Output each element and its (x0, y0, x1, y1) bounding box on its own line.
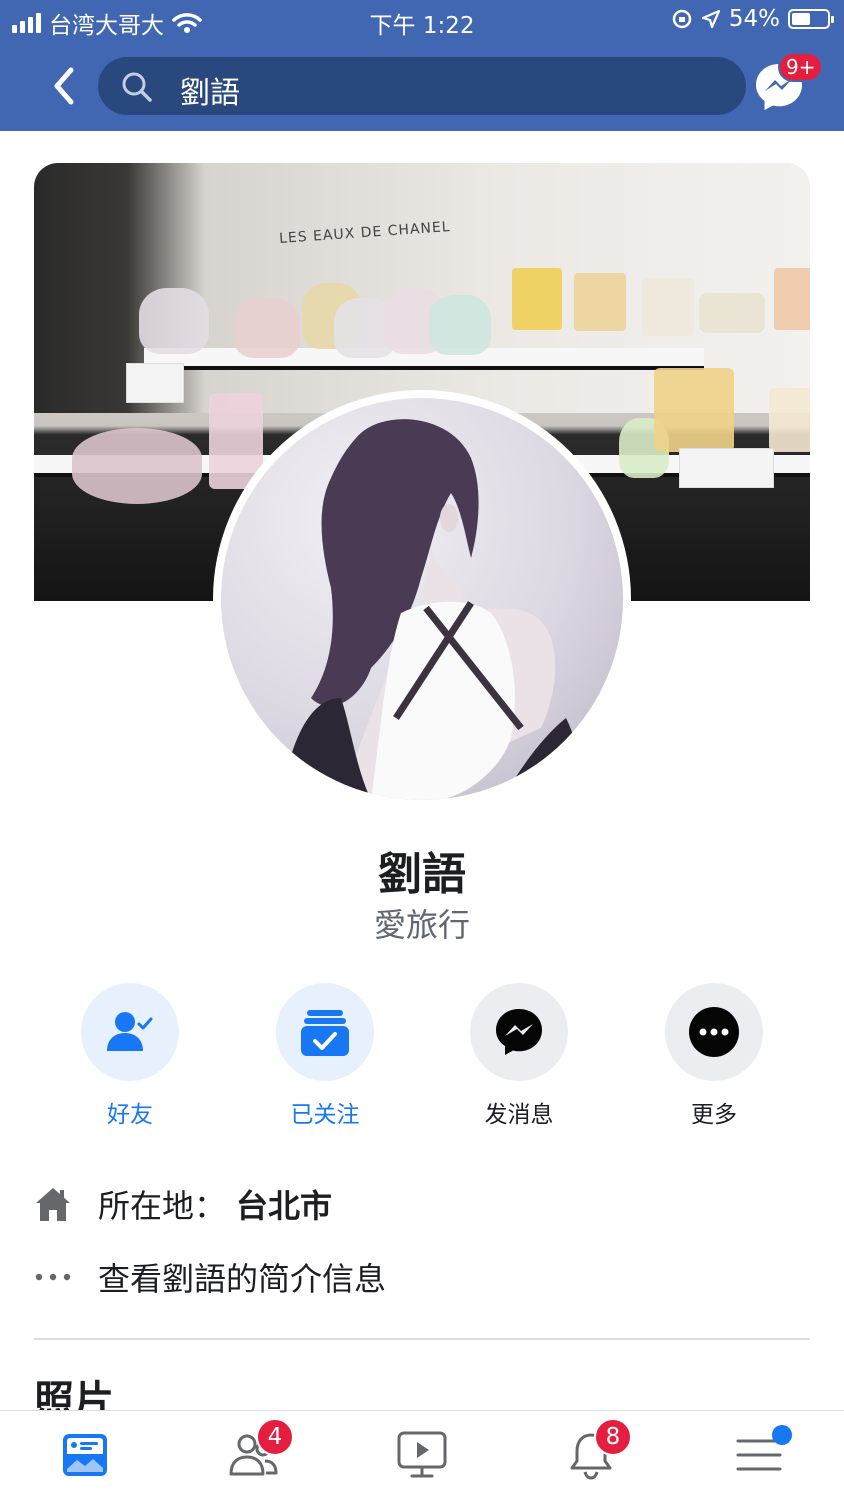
message-button[interactable]: 发消息 (439, 983, 599, 1129)
tab-watch[interactable] (387, 1425, 457, 1485)
messenger-icon (496, 1009, 542, 1055)
messenger-badge: 9+ (778, 52, 824, 82)
avatar-image (281, 419, 579, 800)
display-box (679, 448, 774, 488)
more-button[interactable]: 更多 (634, 983, 794, 1129)
message-button-circle (470, 983, 568, 1081)
following-button-circle (276, 983, 374, 1081)
friends-button-circle (81, 983, 179, 1081)
friends-button[interactable]: 好友 (50, 983, 210, 1129)
perfume-bottle (699, 293, 765, 333)
notifications-badge: 8 (594, 1418, 632, 1456)
perfume-bottle (139, 288, 209, 354)
top-header: 台湾大哥大 下午 1:22 54% 劉語 9+ (0, 0, 844, 131)
message-button-label: 发消息 (484, 1102, 554, 1128)
home-icon (34, 1185, 72, 1223)
profile-picture[interactable] (213, 390, 631, 808)
photos-section-title: 照片 (34, 1378, 114, 1412)
bottom-tab-bar (0, 1410, 844, 1500)
following-icon (301, 1010, 349, 1056)
watch-icon (397, 1431, 447, 1478)
more-button-circle (665, 983, 763, 1081)
orientation-lock-icon (672, 9, 692, 29)
perfume-bottle (654, 368, 734, 452)
perfume-bottle (769, 388, 810, 452)
profile-bio: 愛旅行 (373, 906, 470, 944)
about-row[interactable]: 查看劉語的简介信息 (34, 1255, 386, 1299)
back-button[interactable] (44, 62, 84, 110)
friends-badge: 4 (256, 1418, 294, 1456)
perfume-bottle (574, 273, 626, 331)
cream-jar (72, 428, 202, 504)
search-query: 劉語 (180, 76, 240, 111)
more-button-label: 更多 (691, 1102, 737, 1128)
avatar (221, 398, 623, 800)
following-button-label: 已关注 (290, 1102, 360, 1128)
perfume-bottle (429, 295, 491, 355)
location-arrow-icon (701, 9, 720, 29)
ellipsis-icon (34, 1272, 72, 1282)
search-icon (122, 72, 152, 102)
perfume-bottle (642, 278, 694, 336)
news-feed-icon (63, 1434, 107, 1476)
battery-icon (788, 9, 834, 29)
friends-button-label: 好友 (107, 1102, 153, 1128)
search-input[interactable]: 劉語 (98, 57, 746, 115)
profile-name: 劉語 (378, 849, 466, 900)
menu-notification-dot (772, 1425, 792, 1445)
friends-check-icon (107, 1012, 153, 1051)
section-divider (34, 1338, 810, 1340)
location-label: 所在地： (98, 1187, 227, 1225)
battery-percent: 54% (728, 6, 780, 32)
tab-news-feed[interactable] (50, 1425, 120, 1485)
chevron-left-icon (54, 67, 74, 105)
status-bar: 台湾大哥大 下午 1:22 54% (0, 0, 844, 42)
perfume-bottle (774, 268, 810, 330)
location-value: 台北市 (236, 1187, 333, 1225)
following-button[interactable]: 已关注 (245, 983, 405, 1129)
more-icon (689, 1007, 739, 1057)
perfume-bottle (512, 268, 562, 330)
perfume-bottle (234, 298, 300, 358)
location-row: 所在地： 台北市 (34, 1182, 332, 1226)
status-right: 54% (671, 6, 834, 32)
display-box (126, 363, 184, 403)
about-link[interactable]: 查看劉語的简介信息 (98, 1254, 386, 1300)
